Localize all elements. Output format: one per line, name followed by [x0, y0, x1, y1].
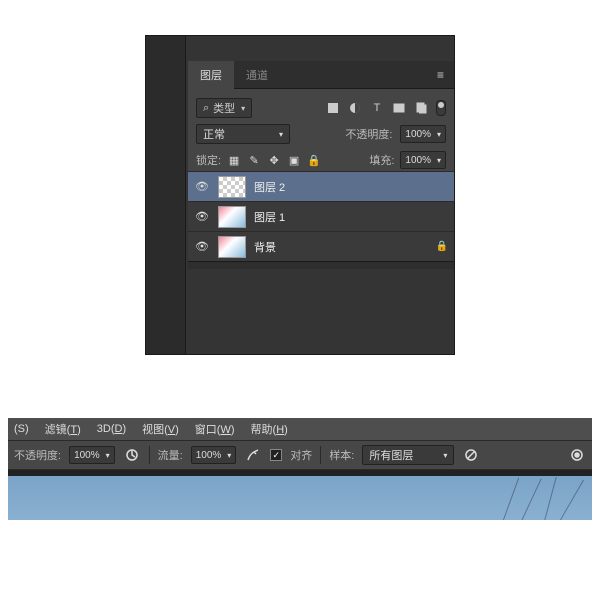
filter-toggle[interactable] [436, 100, 446, 116]
visibility-icon[interactable]: 👁 [194, 210, 210, 223]
visibility-icon[interactable]: 👁 [194, 240, 210, 253]
flow-field[interactable]: 100% ▾ [191, 446, 237, 464]
lock-icons: ▦ ✎ ✥ ▣ 🔒 [227, 153, 321, 167]
menu-help[interactable]: 帮助(H) [251, 421, 288, 437]
separator [149, 446, 150, 464]
filter-adjust-icon[interactable] [348, 101, 362, 115]
aligned-label: 对齐 [290, 447, 312, 463]
search-icon: ⌕ [203, 102, 209, 115]
opacity-label: 不透明度: [14, 447, 61, 463]
filter-shape-icon[interactable] [392, 101, 406, 115]
sample-select[interactable]: 所有图层 ▾ [362, 445, 454, 465]
opacity-field[interactable]: 100% ▾ [69, 446, 115, 464]
filter-kind-select[interactable]: ⌕ 类型 ▾ [196, 98, 252, 118]
filter-icons: T [326, 100, 446, 116]
image-content [515, 479, 541, 520]
menu-view[interactable]: 视图(V) [142, 421, 179, 437]
visibility-icon[interactable]: 👁 [194, 180, 210, 193]
chevron-down-icon: ▾ [437, 130, 441, 139]
blend-mode-value: 正常 [203, 126, 225, 142]
separator [320, 446, 321, 464]
fill-value[interactable]: 100% ▾ [400, 151, 446, 169]
layer-thumbnail[interactable] [218, 206, 246, 228]
airbrush-icon[interactable] [244, 446, 262, 464]
menu-filter[interactable]: 滤镜(T) [45, 421, 81, 437]
aligned-checkbox[interactable]: ✓ [270, 449, 282, 461]
flow-field-text: 100% [196, 450, 222, 461]
lock-position-icon[interactable]: ✥ [267, 153, 281, 167]
fill-label: 填充: [369, 152, 394, 168]
filter-kind-label: 类型 [213, 100, 235, 116]
layer-thumbnail[interactable] [218, 176, 246, 198]
layer-thumbnail[interactable] [218, 236, 246, 258]
app-window-bottom: (S) 滤镜(T) 3D(D) 视图(V) 窗口(W) 帮助(H) 不透明度: … [8, 418, 592, 520]
canvas[interactable] [8, 476, 592, 520]
lock-label: 锁定: [196, 152, 221, 168]
filter-type-icon[interactable]: T [370, 101, 384, 115]
menu-select[interactable]: (S) [14, 423, 29, 435]
layers-panel: 图层 通道 ≡ ⌕ 类型 ▾ T 正常 ▾ [145, 35, 455, 355]
menu-bar: (S) 滤镜(T) 3D(D) 视图(V) 窗口(W) 帮助(H) [8, 418, 592, 440]
filter-smart-icon[interactable] [414, 101, 428, 115]
layer-row[interactable]: 👁 图层 1 [188, 201, 454, 231]
pressure-size-icon[interactable] [568, 446, 586, 464]
layers-panel-body: ⌕ 类型 ▾ T 正常 ▾ 不透明度: 100% ▾ [188, 89, 454, 179]
blend-mode-select[interactable]: 正常 ▾ [196, 124, 290, 144]
image-content [498, 478, 519, 520]
sample-value: 所有图层 [369, 447, 413, 463]
filter-pixel-icon[interactable] [326, 101, 340, 115]
chevron-down-icon: ▾ [279, 130, 283, 139]
ignore-adjustment-icon[interactable] [462, 446, 480, 464]
lock-icon: 🔒 [436, 241, 448, 252]
lock-row: 锁定: ▦ ✎ ✥ ▣ 🔒 填充: 100% ▾ [196, 147, 446, 173]
chevron-down-icon: ▾ [443, 451, 447, 460]
sample-label: 样本: [329, 447, 354, 463]
options-bar: 不透明度: 100% ▾ 流量: 100% ▾ ✓ 对齐 样本: 所有图层 ▾ [8, 440, 592, 470]
fill-value-text: 100% [405, 155, 431, 166]
layer-filter-row: ⌕ 类型 ▾ T [196, 95, 446, 121]
menu-3d[interactable]: 3D(D) [97, 423, 126, 435]
opacity-label: 不透明度: [345, 126, 392, 142]
lock-artboard-icon[interactable]: ▣ [287, 153, 301, 167]
chevron-down-icon: ▾ [437, 156, 441, 165]
lock-transparency-icon[interactable]: ▦ [227, 153, 241, 167]
layer-row[interactable]: 👁 图层 2 [188, 171, 454, 201]
pressure-opacity-icon[interactable] [123, 446, 141, 464]
chevron-down-icon: ▾ [106, 451, 110, 460]
blend-row: 正常 ▾ 不透明度: 100% ▾ [196, 121, 446, 147]
image-content [540, 477, 556, 520]
panel-tab-bar: 图层 通道 [188, 61, 454, 89]
menu-window[interactable]: 窗口(W) [195, 421, 235, 437]
layer-name[interactable]: 图层 1 [254, 209, 448, 225]
layers-list: 👁 图层 2 👁 图层 1 👁 背景 🔒 [188, 171, 454, 269]
chevron-down-icon: ▾ [227, 451, 231, 460]
opacity-value[interactable]: 100% ▾ [400, 125, 446, 143]
opacity-field-text: 100% [74, 450, 100, 461]
panel-menu-icon[interactable]: ≡ [437, 68, 444, 82]
layer-row[interactable]: 👁 背景 🔒 [188, 231, 454, 261]
lock-all-icon[interactable]: 🔒 [307, 153, 321, 167]
layer-name[interactable]: 图层 2 [254, 179, 448, 195]
layers-list-footer [188, 261, 454, 269]
lock-paint-icon[interactable]: ✎ [247, 153, 261, 167]
tab-layers[interactable]: 图层 [188, 61, 234, 89]
layer-name[interactable]: 背景 [254, 239, 428, 255]
chevron-down-icon: ▾ [241, 104, 245, 113]
opacity-value-text: 100% [405, 129, 431, 140]
image-content [553, 480, 584, 520]
flow-label: 流量: [158, 447, 183, 463]
tab-channels[interactable]: 通道 [234, 61, 280, 89]
canvas-edge [146, 36, 186, 354]
